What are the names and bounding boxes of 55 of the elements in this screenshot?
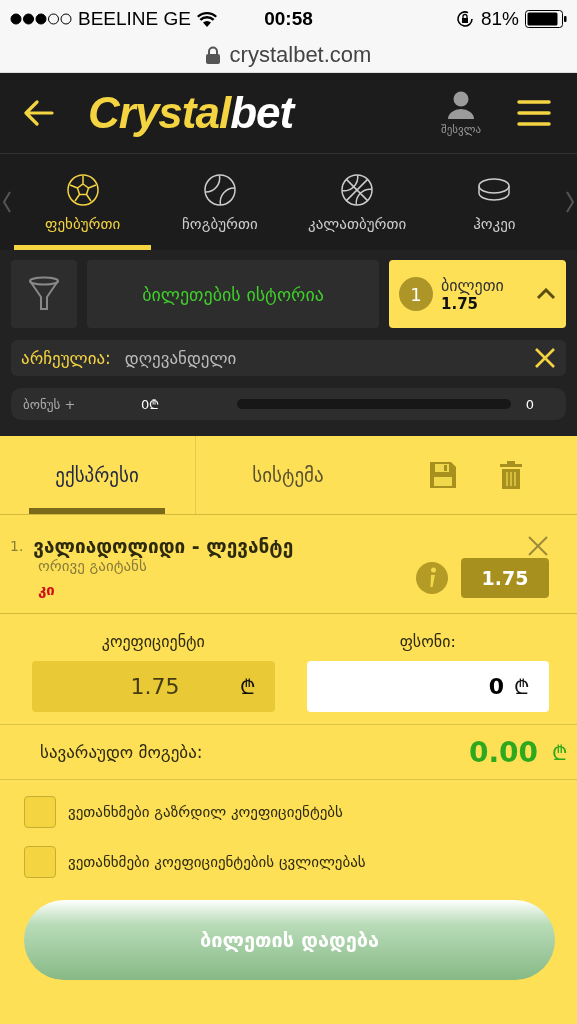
ticket-button[interactable]: 1 ბილეთი 1.75 (389, 260, 566, 328)
url-text[interactable]: crystalbet.com (229, 42, 372, 68)
potential-win-label: სავარაუდო მოგება: (40, 742, 204, 762)
carrier-name: BEELINE GE (78, 8, 191, 30)
battery-percent: 81% (480, 8, 519, 30)
bet-number: 1. (10, 538, 24, 554)
login-button[interactable]: შესვლა (441, 90, 481, 136)
odds-badge: 1.75 (461, 558, 549, 598)
caret-up-icon (536, 288, 556, 300)
funnel-icon (28, 276, 60, 312)
lock-icon (205, 46, 220, 64)
filter-button[interactable] (11, 260, 77, 328)
odds-field: 1.75 ₾ (32, 661, 275, 712)
checkbox[interactable] (24, 846, 56, 878)
betslip-tab[interactable]: სისტემა (220, 436, 356, 514)
potential-win-value: 0.00 (468, 735, 538, 769)
ticket-count-badge: 1 (399, 277, 433, 311)
stake-input[interactable]: 0 ₾ (306, 661, 549, 712)
ticket-odds: 1.75 (441, 294, 478, 313)
bonus-label: ბონუს + (23, 396, 77, 412)
save-icon[interactable] (430, 462, 456, 488)
match-name: ვალიადოლიდი - ლევანტე (33, 535, 295, 557)
ball-icon (202, 172, 237, 207)
market-name: ორივე გაიტანს (38, 557, 147, 575)
stake-label: ფსონი: (399, 632, 456, 651)
odds-label: კოეფიციენტი (101, 632, 205, 651)
ticket-history-button[interactable]: ბილეთების ისტორია (87, 260, 379, 328)
chevron-left-icon[interactable] (2, 191, 12, 213)
filter-value: დღევანდელი (124, 348, 238, 368)
currency-sign: ₾ (552, 739, 567, 766)
filter-label: არჩეულია: (21, 348, 111, 368)
ticket-label: ბილეთი (441, 275, 504, 295)
signal-icon (10, 13, 72, 25)
agreement-label: ვეთანხმები გაზრდილ კოეფიციენტებს (68, 803, 343, 821)
back-arrow-icon[interactable] (24, 100, 54, 126)
checkbox[interactable] (24, 796, 56, 828)
rotation-lock-icon (454, 9, 475, 29)
wifi-icon (197, 11, 217, 27)
chevron-right-icon[interactable] (565, 191, 575, 213)
betslip-tab[interactable]: ექსპრესი (29, 436, 165, 514)
trash-icon[interactable] (500, 461, 522, 489)
bonus-amount: 0₾ (141, 396, 161, 413)
sport-tab[interactable]: ჰოკეი (425, 154, 563, 250)
battery-icon (525, 10, 567, 28)
agreement-label: ვეთანხმები კოეფიციენტების ცვლილებას (68, 853, 366, 871)
menu-icon[interactable] (517, 99, 551, 127)
selection-name: კი (38, 581, 56, 599)
info-icon[interactable] (415, 561, 449, 595)
bonus-count: 0 (524, 396, 535, 412)
sport-tab[interactable]: კალათბურთი (288, 154, 426, 250)
clock-time: 00:58 (264, 8, 313, 30)
ball-icon (340, 172, 375, 207)
sport-tab[interactable]: ჩოგბურთი (151, 154, 289, 250)
site-logo[interactable]: Crystalbet (88, 88, 442, 138)
ball-icon (65, 172, 100, 207)
